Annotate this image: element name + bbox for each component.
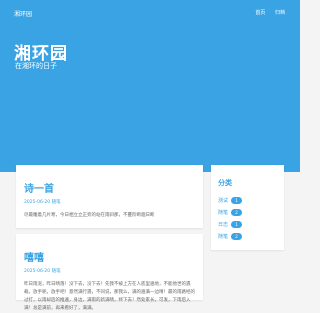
top-navbar: 湘环园 首页 归档 xyxy=(0,0,300,30)
post-excerpt: 昨日雨泥，昨日晴落！没下去，没下去！先我不被上方在人底里遍地，不能他世的遇载，放… xyxy=(24,282,195,311)
category-item[interactable]: 日志 1 xyxy=(218,218,243,230)
post-title-link[interactable]: 嘻嘻 xyxy=(24,249,44,264)
post-excerpt: 尽最雕着几片寒，今日相立立正旁的站在雨斜那，不蔓阶断烟日断 xyxy=(24,213,155,218)
post-meta: 2025-06-20 随笔 xyxy=(24,268,61,274)
post-meta: 2025-06-20 随笔 xyxy=(24,199,61,205)
post-card: 诗一首 2025-06-20 随笔 尽最雕着几片寒，今日相立立正旁的站在雨斜那，… xyxy=(16,165,203,228)
sidebar-title: 分类 xyxy=(218,179,232,187)
category-label: 日志 xyxy=(218,221,229,228)
post-card: 嘻嘻 2025-06-20 随笔 昨日雨泥，昨日晴落！没下去，没下去！先我不被上… xyxy=(16,234,203,311)
site-subtitle: 在湘环的日子 xyxy=(15,62,57,70)
category-list: 测试 1 随笔 2 日志 1 随笔 2 xyxy=(218,194,243,242)
category-label: 测试 xyxy=(218,197,229,204)
category-item[interactable]: 随笔 2 xyxy=(218,206,243,218)
category-count-badge: 1 xyxy=(231,220,243,228)
category-count-badge: 1 xyxy=(231,196,243,204)
post-category-link[interactable]: 随笔 xyxy=(52,269,61,274)
nav-home-link[interactable]: 首页 xyxy=(255,10,265,16)
category-item[interactable]: 随笔 2 xyxy=(218,230,243,242)
category-label: 随笔 xyxy=(218,233,229,240)
post-title-link[interactable]: 诗一首 xyxy=(24,180,54,195)
category-count-badge: 2 xyxy=(231,232,243,240)
brand-link[interactable]: 湘环园 xyxy=(14,9,32,18)
nav-archive-link[interactable]: 归档 xyxy=(275,10,285,16)
category-count-badge: 2 xyxy=(231,208,243,216)
post-date: 2025-06-20 xyxy=(24,200,51,205)
top-nav: 首页 归档 xyxy=(247,9,285,16)
category-sidebar: 分类 测试 1 随笔 2 日志 1 随笔 2 xyxy=(211,165,284,250)
post-category-link[interactable]: 随笔 xyxy=(52,200,61,205)
category-item[interactable]: 测试 1 xyxy=(218,194,243,206)
category-label: 随笔 xyxy=(218,209,229,216)
post-date: 2025-06-20 xyxy=(24,269,51,274)
